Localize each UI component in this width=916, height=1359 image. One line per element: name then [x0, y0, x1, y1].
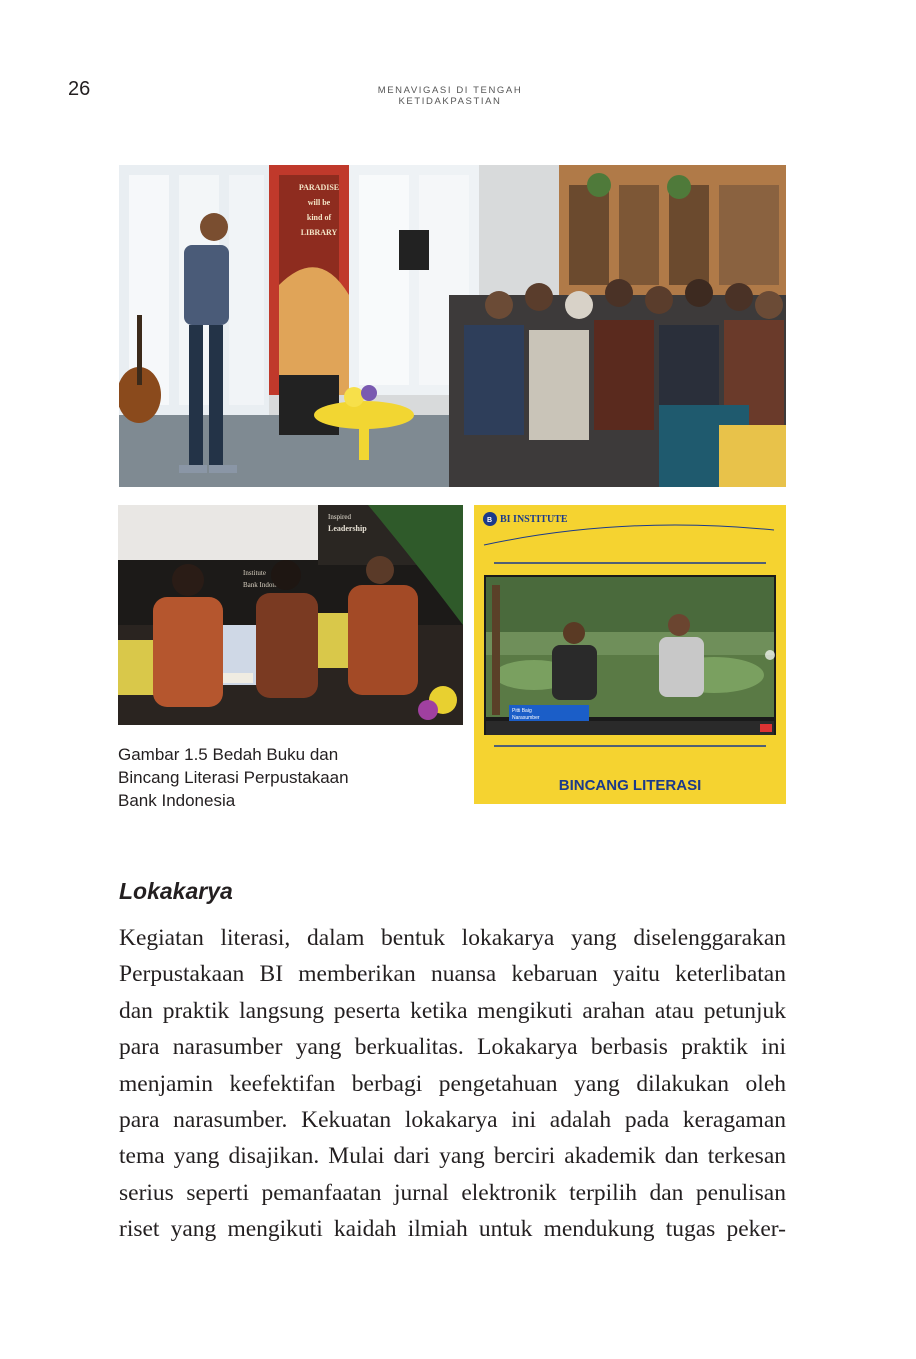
next-arrow-icon	[765, 650, 775, 660]
body-line: dan praktik langsung peserta ketika meng…	[119, 997, 786, 1024]
body-line: Kegiatan literasi, dalam bentuk lokakary…	[119, 925, 786, 951]
speaker-jacket	[184, 245, 229, 325]
caption-line: Bank Indonesia	[118, 791, 236, 810]
panelist-1	[153, 597, 223, 707]
photo-panel-discussion: Inspired Leadership Institute Bank Indon…	[118, 505, 463, 725]
mural-text-2: will be	[308, 198, 331, 207]
poster-bincang-literasi: B BI INSTITUTE Pitti Baig Narasumber BIN…	[474, 505, 786, 804]
poster-title: BINCANG LITERASI	[559, 777, 702, 794]
mural-text-4: LIBRARY	[301, 228, 338, 237]
video-call-toolbar	[486, 721, 774, 735]
mural-text-1: PARADISE	[299, 183, 339, 192]
body-line: tema yang disajikan. Mulai dari yang ber…	[119, 1143, 786, 1170]
body-line: menjamin keefektifan berbagi pengetahuan…	[119, 1070, 786, 1097]
running-title: MENAVIGASI DI TENGAH KETIDAKPASTIAN	[377, 85, 523, 107]
caption-line: Bincang Literasi Perpustakaan	[118, 768, 349, 787]
banner-text-1: Institute	[243, 569, 266, 577]
svg-text:B: B	[487, 517, 492, 524]
body-line: para narasumber yang berkualitas. Lokaka…	[119, 1034, 786, 1061]
audience	[449, 279, 786, 487]
backdrop-text-1: Inspired	[328, 513, 351, 521]
section-heading: Lokakarya	[119, 878, 233, 904]
body-line: riset yang mengikuti kaidah ilmiah untuk…	[119, 1216, 786, 1243]
speaker-role: Narasumber	[512, 715, 540, 721]
figure-caption: Gambar 1.5 Bedah Buku dan Bincang Litera…	[118, 743, 458, 812]
photo-book-discussion-audience: PARADISE will be kind of LIBRARY	[119, 165, 786, 487]
end-call-icon	[760, 724, 772, 732]
panelist-3	[348, 585, 418, 695]
backdrop-text-2: Leadership	[328, 524, 367, 533]
poster-brand: BI INSTITUTE	[500, 514, 568, 525]
panelist-2	[256, 593, 318, 698]
speaker-name: Pitti Baig	[512, 708, 532, 714]
mural-text-3: kind of	[307, 213, 332, 222]
body-paragraph: Kegiatan literasi, dalam bentuk lokakary…	[119, 920, 786, 1248]
page-number: 26	[68, 78, 91, 100]
body-line: serius seperti pemanfaatan jurnal elektr…	[119, 1179, 786, 1206]
body-line: para narasumber. Kekuatan lokakarya ini …	[119, 1107, 786, 1134]
caption-line: Gambar 1.5 Bedah Buku dan	[118, 745, 339, 764]
body-line: Perpustakaan BI memberikan nuansa kebaru…	[119, 961, 786, 988]
